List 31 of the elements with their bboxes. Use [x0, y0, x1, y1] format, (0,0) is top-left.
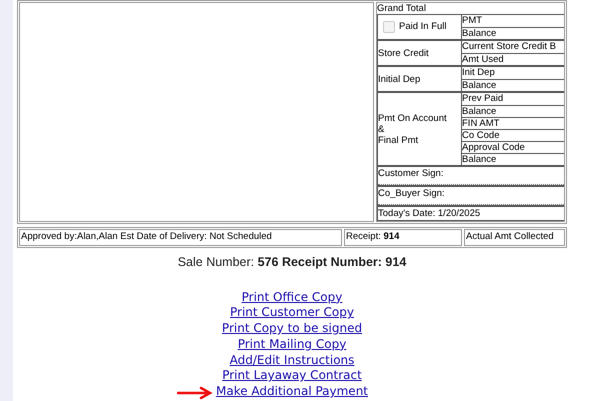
field-label: PMT [462, 15, 484, 27]
print-link[interactable]: Make Additional Payment [216, 384, 368, 398]
field-label: Init Dep [462, 67, 496, 79]
print-link[interactable]: Print Mailing Copy [238, 336, 346, 351]
field-label: Balance [462, 105, 564, 117]
field-label: Prev Paid [462, 93, 504, 105]
field-label: Current Store Credit B [462, 41, 557, 53]
field-label: Co Code [462, 129, 564, 141]
row-label: Paid In Full [399, 20, 447, 34]
row-label: Initial Dep [378, 74, 420, 84]
signature-label: Customer Sign: [378, 168, 444, 180]
receipt-text: Receipt: 914 [346, 230, 400, 244]
signature-label: Co_Buyer Sign: [378, 188, 446, 200]
print-link[interactable]: Print Copy to be signed [222, 321, 362, 336]
print-link[interactable]: Print Layaway Contract [222, 368, 362, 382]
field-label: Balance [462, 27, 564, 39]
approved-by-text: Approved by:Alan,Alan Est Date of Delivery: Not Scheduled [21, 230, 272, 244]
sale-receipt-number: Sale Number: 576 Receipt Number: 914 [178, 254, 406, 271]
print-link[interactable]: Print Customer Copy [230, 305, 354, 320]
print-link[interactable]: Add/Edit Instructions [230, 352, 354, 367]
field-label: Balance [462, 79, 564, 91]
todays-date: Today's Date: 1/20/2025 [378, 208, 480, 220]
row-label: Store Credit [378, 48, 429, 58]
grand-total-label: Grand Total [377, 3, 427, 14]
actual-amt-collected-label: Actual Amt Collected [466, 230, 554, 244]
print-link[interactable]: Print Office Copy [242, 290, 342, 304]
row-label: Pmt On Account & Final Pmt [378, 112, 447, 146]
field-label: Approval Code [462, 141, 564, 153]
field-label: Balance [462, 153, 564, 165]
field-label: Amt Used [462, 53, 564, 65]
field-label: FIN AMT [462, 117, 564, 129]
